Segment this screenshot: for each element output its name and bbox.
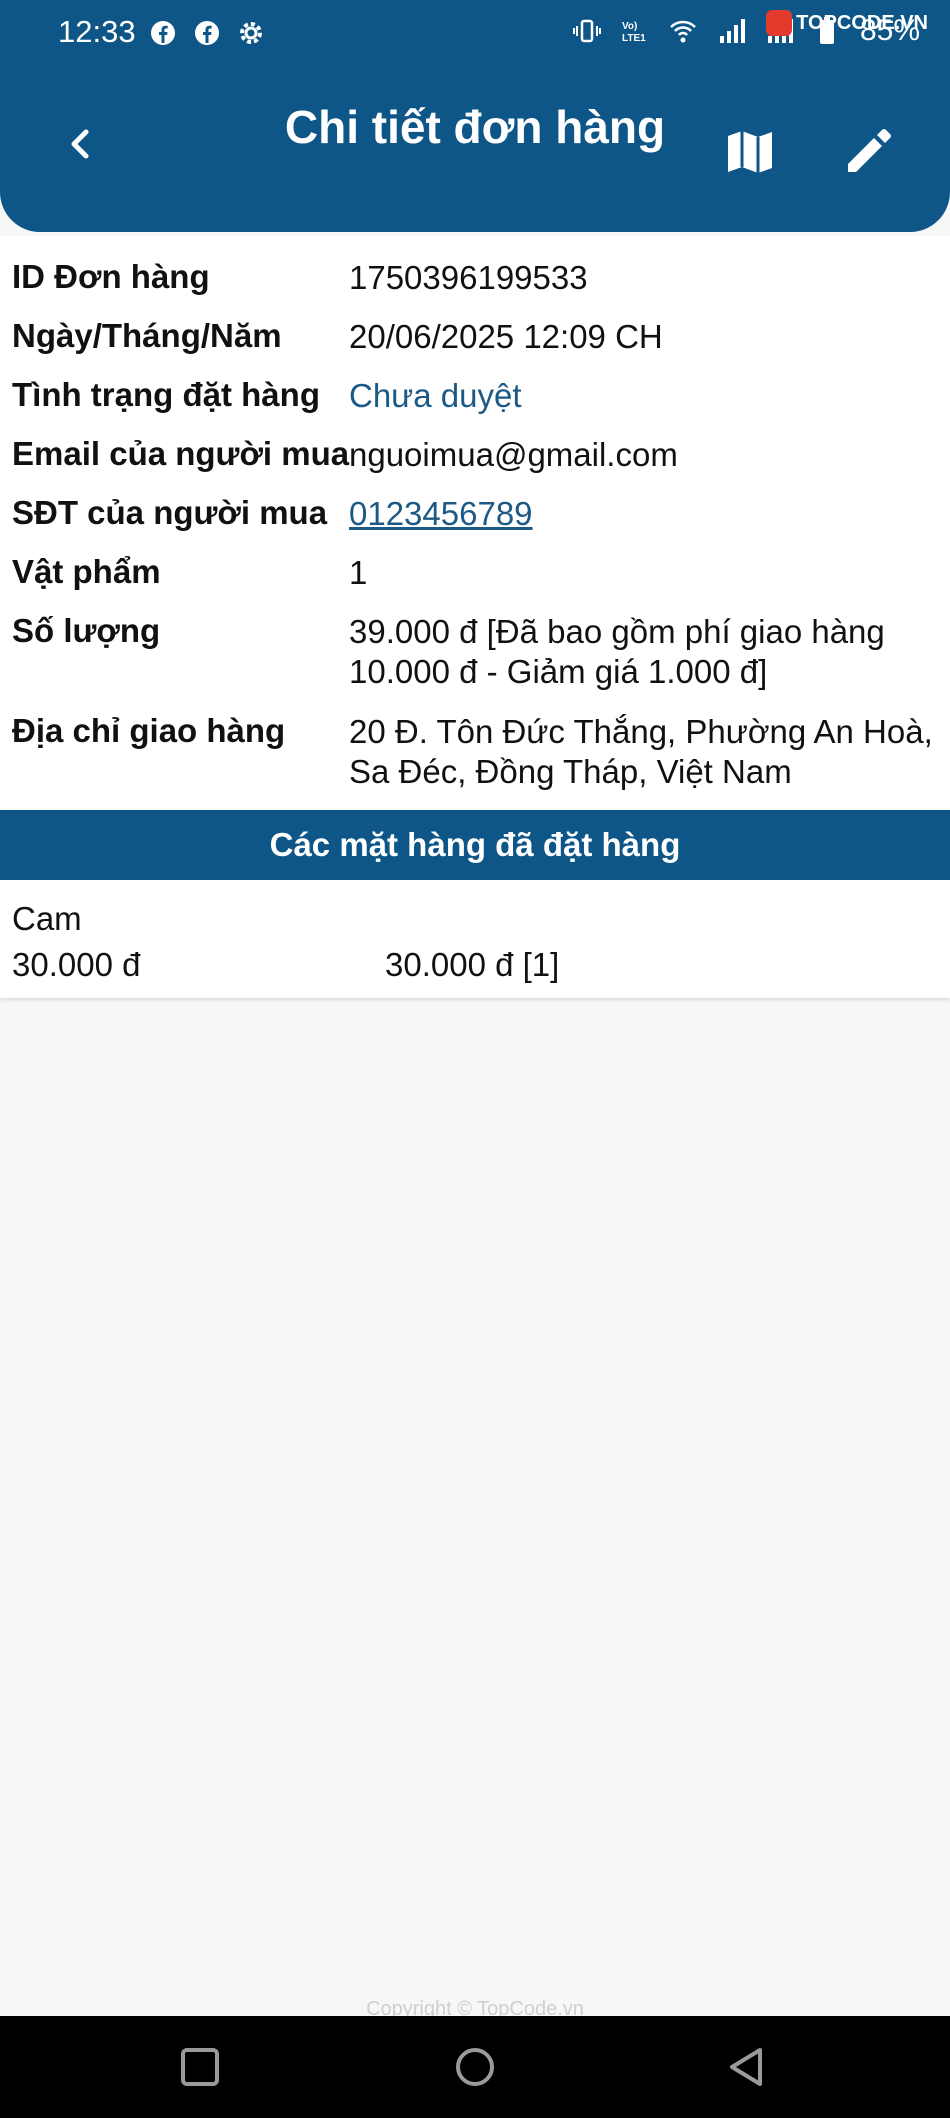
home-icon[interactable] [450, 2042, 500, 2092]
items-count-value: 1 [349, 554, 368, 591]
signal-icon [719, 19, 745, 43]
item-name: Cam [12, 900, 82, 937]
back-icon[interactable] [722, 2042, 772, 2092]
topcode-watermark-logo: TOPCODE.VN [766, 10, 928, 36]
items-count-label: Vật phẩm [12, 553, 161, 590]
order-id-value: 1750396199533 [349, 259, 588, 296]
item-total: 30.000 đ [1] [385, 946, 560, 983]
phone-label: SĐT của người mua [12, 494, 328, 531]
status-label: Tình trạng đặt hàng [12, 376, 320, 413]
toolbar: Chi tiết đơn hàng [0, 92, 950, 202]
edit-pencil-icon[interactable] [838, 120, 898, 180]
ordered-items-heading: Các mặt hàng đã đặt hàng [0, 810, 950, 880]
item-unit-price: 30.000 đ [12, 946, 141, 983]
address-value: 20 Đ. Tôn Đức Thắng, Phường An Hoà, Sa Đ… [349, 713, 933, 790]
order-id-label: ID Đơn hàng [12, 258, 210, 295]
address-label: Địa chỉ giao hàng [12, 712, 286, 749]
page-title: Chi tiết đơn hàng [284, 101, 666, 153]
wifi-icon [670, 20, 696, 43]
order-details-card: ID Đơn hàng 1750396199533 Ngày/Tháng/Năm… [0, 236, 950, 810]
email-label: Email của người mua [12, 435, 350, 472]
email-value: nguoimua@gmail.com [349, 436, 678, 473]
status-bar: 12:33 Vo) LTE1 85% TOPCODE.VN [0, 0, 950, 70]
amount-value: 39.000 đ [Đã bao gồm phí giao hàng 10.00… [349, 613, 885, 690]
date-value: 20/06/2025 12:09 CH [349, 318, 663, 355]
topcode-logo-icon [766, 10, 793, 36]
facebook-icon [151, 21, 175, 45]
vibrate-icon [572, 19, 601, 43]
volte-lte1-icon: Vo)LTE1 [622, 21, 646, 44]
date-label: Ngày/Tháng/Năm [12, 317, 282, 354]
svg-text:Vo): Vo) [622, 21, 637, 32]
app-header: 12:33 Vo) LTE1 85% TOPCODE.VN Chi tiết đơ… [0, 0, 950, 232]
recent-apps-icon[interactable] [175, 2042, 225, 2092]
status-left-icons [148, 18, 266, 48]
watermark-text: TOPCODE.VN [796, 11, 928, 34]
phone-link[interactable]: 0123456789 [349, 494, 939, 534]
settings-gear-icon [240, 22, 262, 44]
ordered-items-list: Cam 30.000 đ 30.000 đ [1] [0, 880, 950, 998]
system-navigation-bar [0, 2016, 950, 2118]
status-value: Chưa duyệt [349, 377, 522, 414]
facebook-icon [195, 21, 219, 45]
svg-text:LTE1: LTE1 [622, 33, 646, 44]
status-time: 12:33 [58, 14, 136, 49]
amount-label: Số lượng [12, 612, 161, 649]
map-icon[interactable] [720, 122, 780, 182]
